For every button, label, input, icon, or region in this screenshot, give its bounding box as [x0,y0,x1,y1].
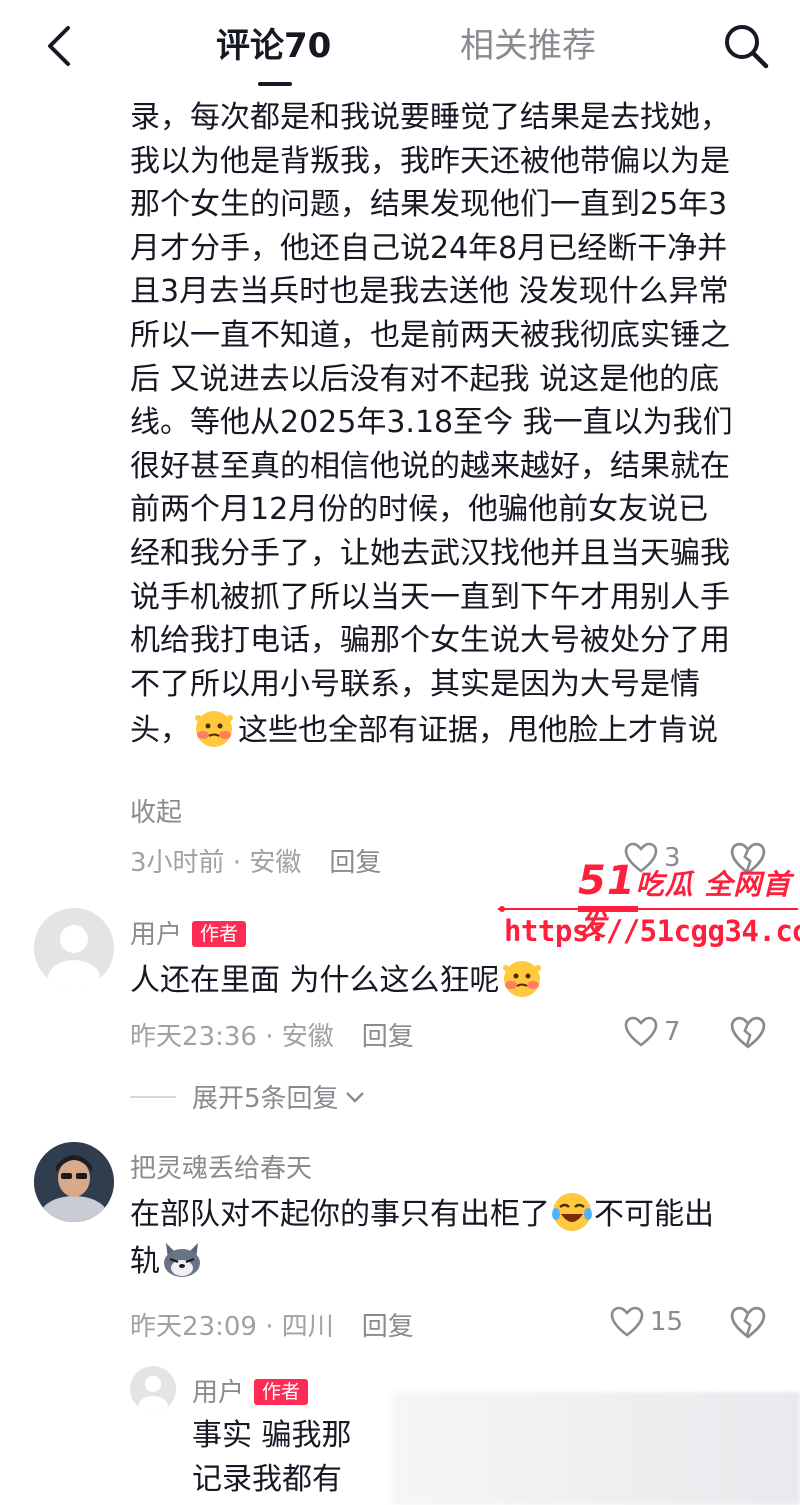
active-tab-indicator [258,82,292,86]
comment-meta: 昨天23:36 · 安徽 回复 [130,1022,414,1052]
expanded-comment-text: 录，每次都是和我说要睡觉了结果是去找她， 我以为他是背叛我，我昨天还被他带偏以为… [130,100,733,749]
search-icon[interactable] [720,20,772,72]
broken-heart-icon[interactable] [730,1016,766,1050]
back-arrow-icon[interactable] [38,22,82,70]
tab-comments[interactable]: 评论70 [216,24,331,68]
heart-icon [624,1016,658,1047]
like-button[interactable]: 15 [610,1306,683,1338]
comment-location: 安徽 [249,848,302,878]
comment-username[interactable]: 把灵魂丢给春天 [130,1148,312,1185]
comment-meta: 3小时前 · 安徽 回复 [130,848,382,878]
avatar[interactable] [34,1142,114,1222]
heart-icon [610,1306,644,1337]
like-button[interactable]: 7 [624,1016,681,1048]
comment-text: 在部队对不起你的事只有出柜了 不可能出轨 [130,1190,770,1284]
avatar[interactable] [34,908,114,988]
watermark-divider [498,906,798,912]
reply-text: 事实 骗我那 记录我都有 [192,1418,352,1497]
reply-button[interactable]: 回复 [329,848,381,878]
author-badge: 作者 [192,921,247,947]
reply-button[interactable]: 回复 [362,1022,414,1052]
divider [130,1095,176,1098]
chevron-down-icon [345,1091,364,1103]
husky-dog-emoji-icon [164,1243,200,1277]
avatar[interactable] [130,1366,176,1412]
comment-text: 人还在里面 为什么这么狂呢 [130,956,544,1003]
top-bar: 评论70 相关推荐 [0,0,800,92]
watermark-url: https://51cgg34.com [504,914,800,948]
user-photo-avatar [34,1142,114,1222]
tab-related[interactable]: 相关推荐 [460,24,596,68]
broken-heart-icon[interactable] [730,1306,766,1340]
laughing-crying-emoji-icon [552,1193,592,1231]
author-badge: 作者 [254,1379,309,1405]
reply-username[interactable]: 用户 作者 [192,1372,309,1409]
blushing-face-emoji-icon [502,961,541,997]
comment-time: 3小时前 [130,848,225,878]
default-avatar-icon [48,925,100,988]
comment-username[interactable]: 用户 作者 [130,914,247,951]
blushing-face-emoji-icon [195,711,233,748]
expand-replies-button[interactable]: 展开5条回复 [130,1078,367,1115]
comment-meta: 昨天23:09 · 四川 回复 [130,1312,414,1342]
blurred-overlay [392,1392,800,1505]
default-avatar-icon [138,1375,168,1412]
reply-button[interactable]: 回复 [362,1312,414,1342]
collapse-link[interactable]: 收起 [130,792,182,829]
